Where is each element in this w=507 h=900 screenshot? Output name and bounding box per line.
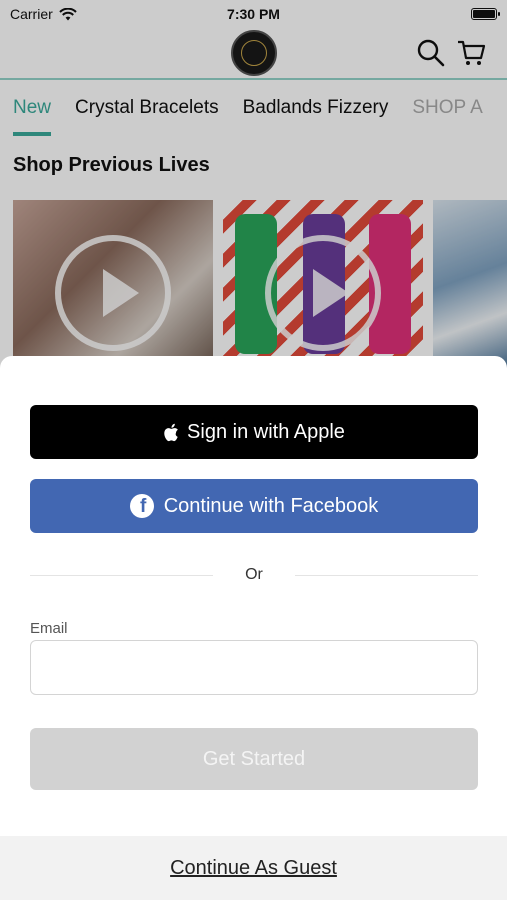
facebook-button-label: Continue with Facebook <box>163 494 379 517</box>
divider-line <box>294 574 478 576</box>
sign-in-with-apple-button[interactable]: Sign in with Apple <box>30 405 478 459</box>
continue-with-facebook-button[interactable]: f Continue with Facebook <box>30 479 478 533</box>
divider-line <box>30 574 214 576</box>
get-started-button[interactable]: Get Started <box>30 728 478 790</box>
email-label: Email <box>30 620 68 637</box>
login-sheet: Sign in with Apple f Continue with Faceb… <box>0 356 507 900</box>
continue-as-guest-link[interactable]: Continue As Guest <box>170 857 337 880</box>
apple-button-label: Sign in with Apple <box>187 420 345 443</box>
apple-icon <box>164 423 178 441</box>
or-divider: Or <box>30 566 478 584</box>
email-field[interactable] <box>30 640 478 695</box>
or-label: Or <box>245 566 263 583</box>
facebook-icon: f <box>129 494 154 518</box>
guest-bar: Continue As Guest <box>0 836 507 900</box>
